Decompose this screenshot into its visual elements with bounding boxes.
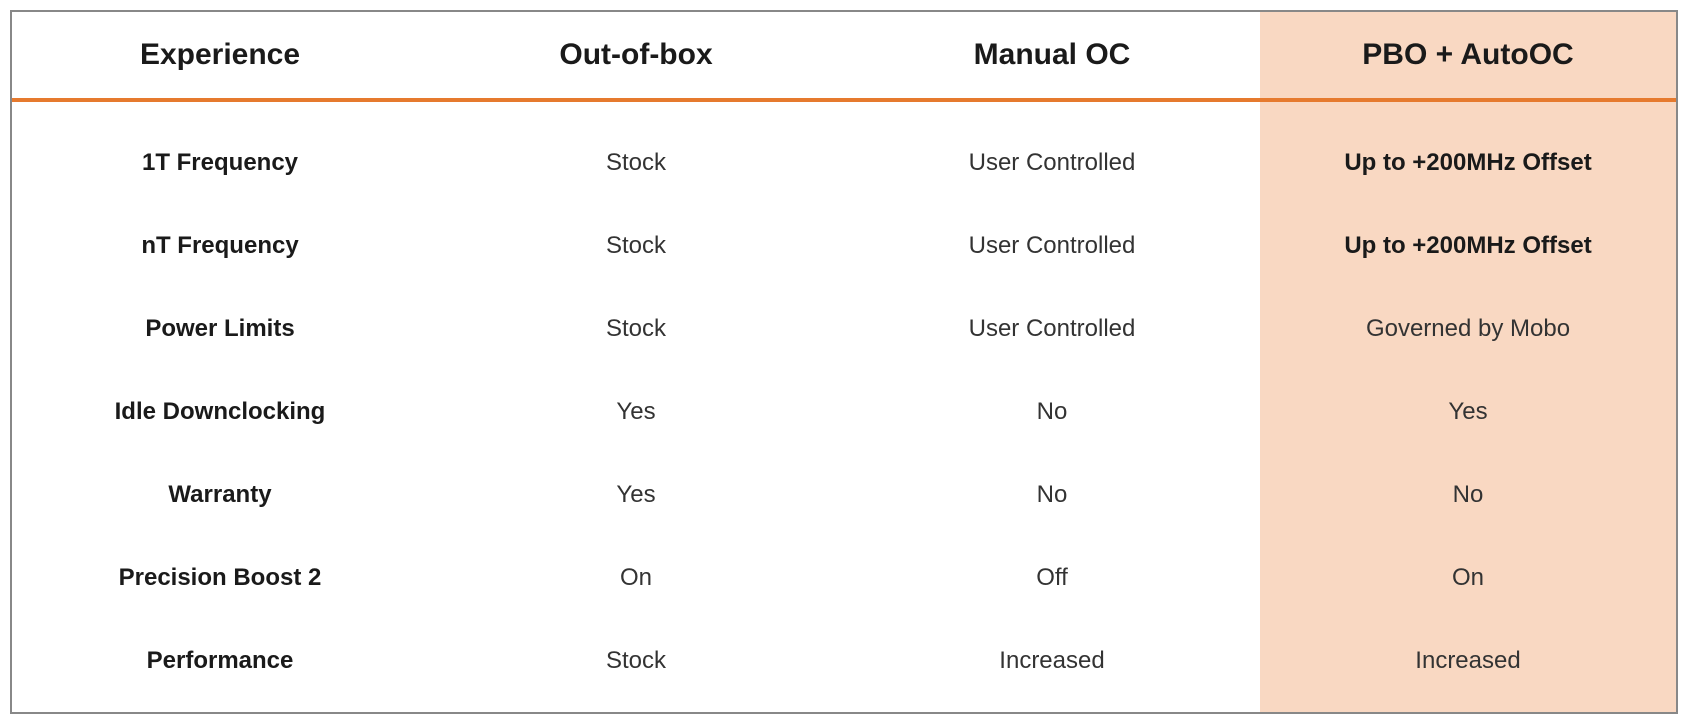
table-row: Warranty Yes No No — [12, 453, 1676, 536]
table-row: Idle Downclocking Yes No Yes — [12, 371, 1676, 454]
cell-manual-oc: User Controlled — [844, 205, 1260, 288]
header-experience: Experience — [12, 12, 428, 98]
row-label-1t-frequency: 1T Frequency — [12, 122, 428, 205]
cell-manual-oc: User Controlled — [844, 122, 1260, 205]
cell-out-of-box: Stock — [428, 619, 844, 702]
cell-manual-oc: No — [844, 453, 1260, 536]
cell-out-of-box: On — [428, 536, 844, 619]
row-label-precision-boost-2: Precision Boost 2 — [12, 536, 428, 619]
cell-out-of-box: Stock — [428, 288, 844, 371]
row-label-idle-downclocking: Idle Downclocking — [12, 371, 428, 454]
cell-out-of-box: Stock — [428, 122, 844, 205]
cell-pbo-autooc: Increased — [1260, 619, 1676, 702]
cell-out-of-box: Stock — [428, 205, 844, 288]
row-label-nt-frequency: nT Frequency — [12, 205, 428, 288]
row-label-power-limits: Power Limits — [12, 288, 428, 371]
table-row: Power Limits Stock User Controlled Gover… — [12, 288, 1676, 371]
cell-pbo-autooc: Up to +200MHz Offset — [1260, 205, 1676, 288]
cell-pbo-autooc: Governed by Mobo — [1260, 288, 1676, 371]
table-row: nT Frequency Stock User Controlled Up to… — [12, 205, 1676, 288]
cell-manual-oc: No — [844, 371, 1260, 454]
cell-pbo-autooc: Up to +200MHz Offset — [1260, 122, 1676, 205]
cell-manual-oc: Increased — [844, 619, 1260, 702]
header-pbo-autooc: PBO + AutoOC — [1260, 12, 1676, 98]
cell-pbo-autooc: Yes — [1260, 371, 1676, 454]
cell-out-of-box: Yes — [428, 453, 844, 536]
header-out-of-box: Out-of-box — [428, 12, 844, 98]
row-label-performance: Performance — [12, 619, 428, 702]
cell-pbo-autooc: No — [1260, 453, 1676, 536]
cell-out-of-box: Yes — [428, 371, 844, 454]
table-header-row: Experience Out-of-box Manual OC PBO + Au… — [12, 12, 1676, 102]
table-row: Performance Stock Increased Increased — [12, 619, 1676, 702]
cell-manual-oc: User Controlled — [844, 288, 1260, 371]
cell-pbo-autooc: On — [1260, 536, 1676, 619]
row-label-warranty: Warranty — [12, 453, 428, 536]
comparison-table: Experience Out-of-box Manual OC PBO + Au… — [10, 10, 1678, 714]
table-body: 1T Frequency Stock User Controlled Up to… — [12, 102, 1676, 712]
table-row: Precision Boost 2 On Off On — [12, 536, 1676, 619]
table-row: 1T Frequency Stock User Controlled Up to… — [12, 122, 1676, 205]
header-manual-oc: Manual OC — [844, 12, 1260, 98]
cell-manual-oc: Off — [844, 536, 1260, 619]
